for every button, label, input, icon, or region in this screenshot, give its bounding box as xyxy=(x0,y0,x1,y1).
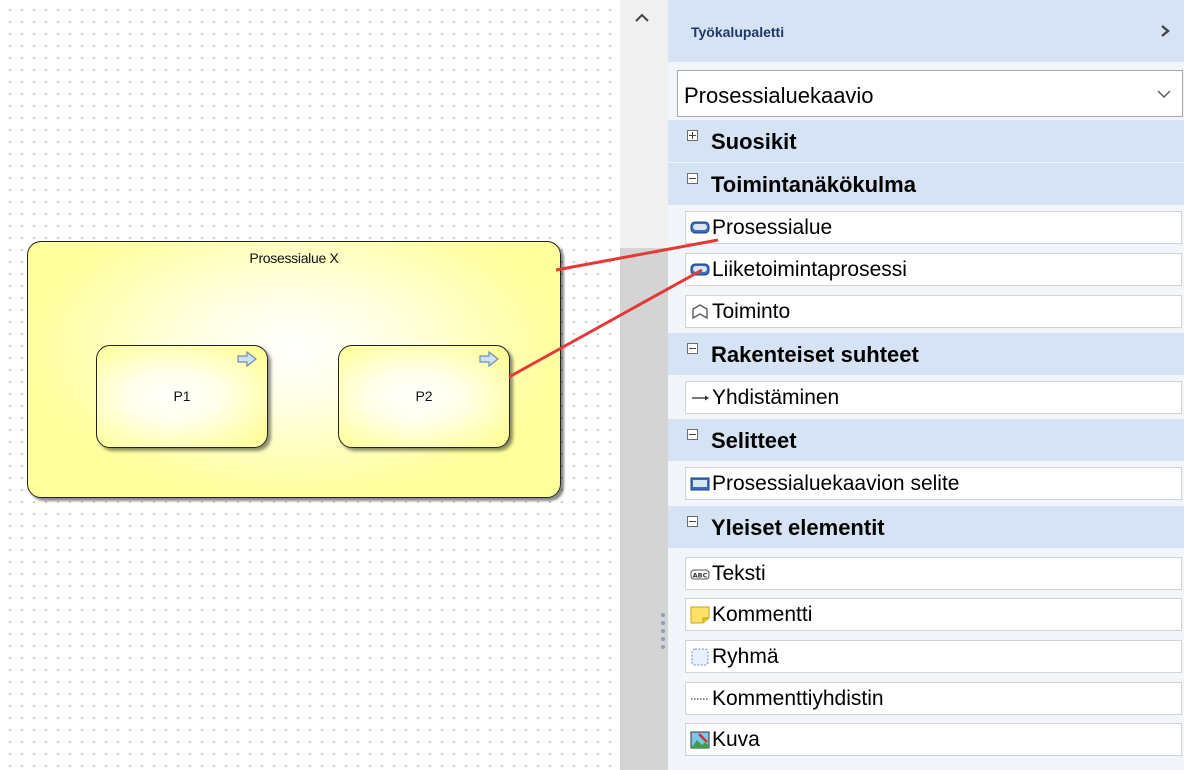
collapse-icon[interactable] xyxy=(687,343,698,354)
section-rakenteiset-suhteet[interactable]: Rakenteiset suhteet xyxy=(668,333,1184,375)
process-p2[interactable]: P2 xyxy=(338,345,510,448)
palette-item-teksti[interactable]: ABC Teksti xyxy=(685,557,1182,590)
palette-item-toiminto[interactable]: Toiminto xyxy=(685,295,1182,328)
palette-item-ryhma[interactable]: Ryhmä xyxy=(685,640,1182,673)
item-label: Prosessialue xyxy=(712,216,833,239)
item-label: Yhdistäminen xyxy=(712,386,840,409)
function-icon xyxy=(692,304,708,320)
palette-title: Työkalupaletti xyxy=(691,24,785,40)
palette-header: Työkalupaletti xyxy=(668,0,1184,62)
image-icon xyxy=(690,731,710,749)
process-p1[interactable]: P1 xyxy=(96,345,268,448)
group-icon xyxy=(691,648,709,666)
chevron-up-icon[interactable] xyxy=(632,8,652,28)
process-arrow-icon xyxy=(479,350,499,368)
item-label: Ryhmä xyxy=(712,645,779,668)
collapse-icon[interactable] xyxy=(687,429,698,440)
section-label: Suosikit xyxy=(711,129,797,154)
collapse-icon[interactable] xyxy=(687,173,698,184)
diagram-type-value: Prosessialuekaavio xyxy=(684,83,874,108)
palette-item-kuva[interactable]: Kuva xyxy=(685,723,1182,756)
section-label: Selitteet xyxy=(711,428,797,453)
business-process-icon xyxy=(690,263,710,276)
item-label: Prosessialuekaavion selite xyxy=(712,472,960,495)
diagram-type-select[interactable]: Prosessialuekaavio xyxy=(677,70,1183,117)
comment-icon xyxy=(690,606,710,624)
section-label: Yleiset elementit xyxy=(711,515,885,540)
panel-splitter[interactable] xyxy=(620,0,668,770)
section-yleiset-elementit[interactable]: Yleiset elementit xyxy=(668,506,1184,548)
item-label: Kuva xyxy=(712,728,760,751)
palette-item-prosessialuekaavion-selite[interactable]: Prosessialuekaavion selite xyxy=(685,467,1182,500)
process-area-icon xyxy=(690,221,710,234)
item-label: Kommenttiyhdistin xyxy=(712,687,884,710)
process-label: P1 xyxy=(173,388,191,404)
legend-icon xyxy=(690,477,710,491)
item-label: Kommentti xyxy=(712,603,813,626)
process-area-title: Prosessialue X xyxy=(249,250,339,266)
process-arrow-icon xyxy=(237,350,257,368)
section-toimintanakokulma[interactable]: Toimintanäkökulma xyxy=(668,163,1184,205)
comment-connector-icon xyxy=(691,698,709,700)
section-label: Toimintanäkökulma xyxy=(711,172,916,197)
process-label: P2 xyxy=(415,388,433,404)
chevron-right-icon[interactable] xyxy=(1158,22,1172,40)
diagram-canvas[interactable]: Prosessialue X P1 P2 xyxy=(0,0,620,770)
item-label: Toiminto xyxy=(712,300,791,323)
item-label: Liiketoimintaprosessi xyxy=(712,258,907,281)
splitter-track xyxy=(620,248,668,770)
palette-item-prosessialue[interactable]: Prosessialue xyxy=(685,211,1182,244)
chevron-down-icon[interactable] xyxy=(1156,88,1172,100)
palette-item-kommenttiyhdistin[interactable]: Kommenttiyhdistin xyxy=(685,682,1182,715)
collapse-icon[interactable] xyxy=(687,516,698,527)
section-suosikit[interactable]: Suosikit xyxy=(668,120,1184,162)
item-label: Teksti xyxy=(712,562,766,585)
expand-icon[interactable] xyxy=(687,130,698,141)
resize-grip-icon[interactable] xyxy=(660,612,666,652)
palette-item-liiketoimintaprosessi[interactable]: Liiketoimintaprosessi xyxy=(685,253,1182,286)
section-label: Rakenteiset suhteet xyxy=(711,342,919,367)
arrow-connector-icon xyxy=(692,395,709,401)
palette-item-kommentti[interactable]: Kommentti xyxy=(685,598,1182,631)
palette-item-yhdistaminen[interactable]: Yhdistäminen xyxy=(685,381,1182,414)
section-selitteet[interactable]: Selitteet xyxy=(668,419,1184,461)
text-icon: ABC xyxy=(690,569,710,580)
svg-text:ABC: ABC xyxy=(693,572,708,580)
tool-palette: Työkalupaletti Prosessialuekaavio Suosik… xyxy=(668,0,1184,770)
